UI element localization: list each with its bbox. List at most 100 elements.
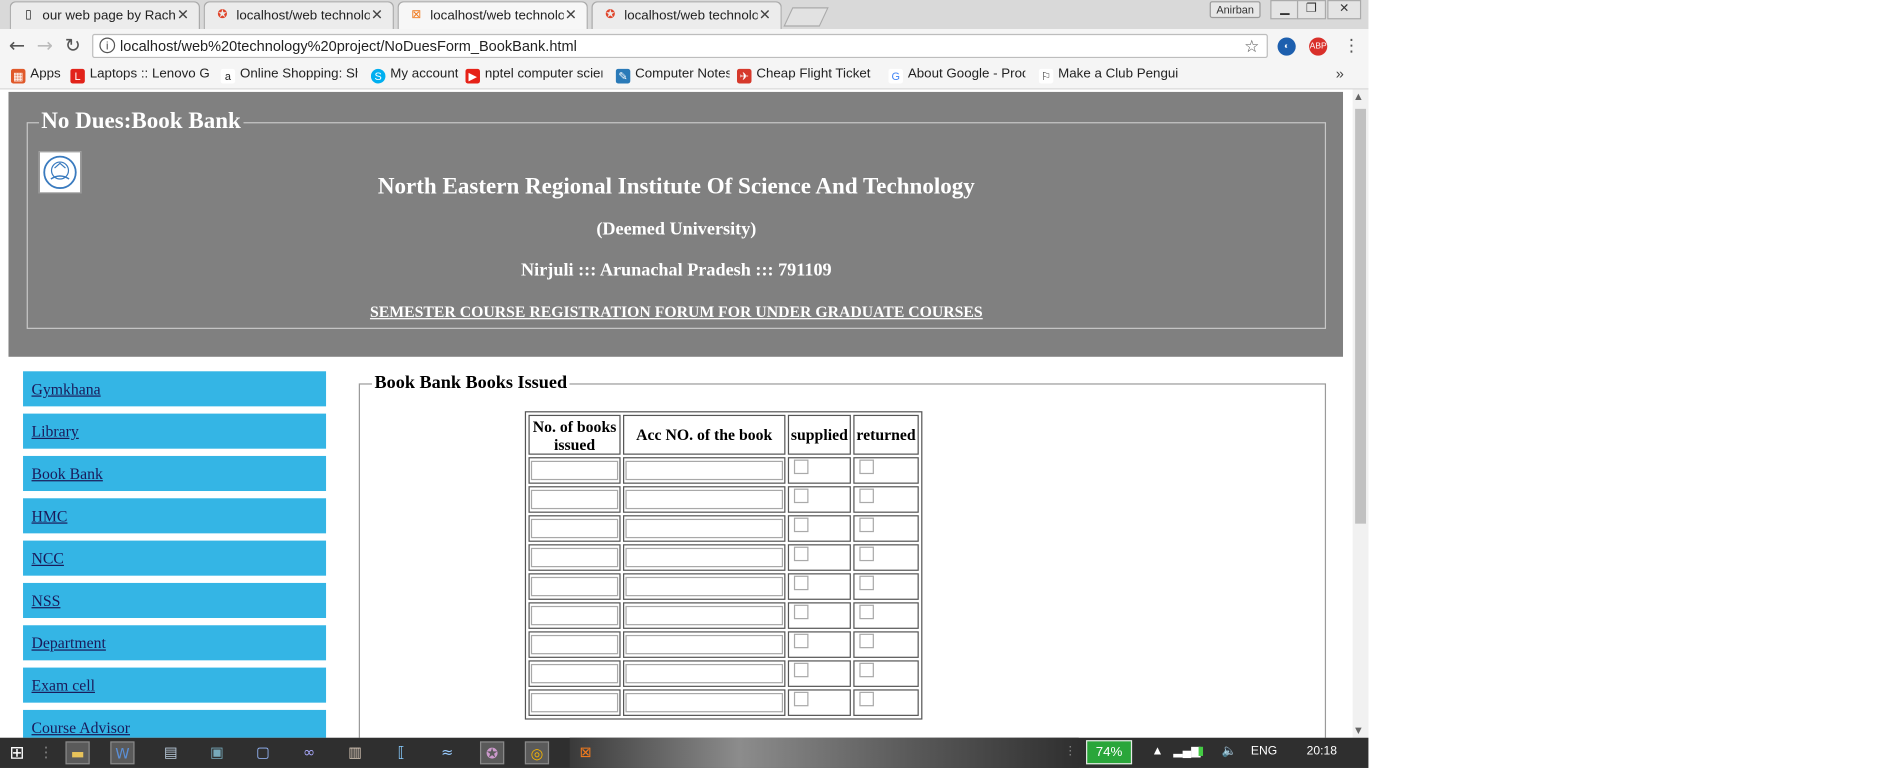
nav-link[interactable]: Gymkhana [32,380,101,399]
acc-number-input[interactable] [625,692,784,713]
returned-checkbox[interactable] [859,517,874,533]
nav-item-course-advisor[interactable]: Course Advisor [23,709,327,738]
nav-link[interactable]: Department [32,634,106,653]
books-issued-input[interactable] [530,692,619,713]
tab-4[interactable]: ✪ localhost/web technolog ✕ [591,1,782,30]
bookmark-amazon[interactable]: a Online Shopping: Sho [220,67,358,84]
books-issued-input[interactable] [530,605,619,626]
file-explorer-icon[interactable]: ▬ [65,741,90,765]
close-icon[interactable]: ✕ [565,6,577,23]
chrome-icon[interactable]: ◎ [524,741,550,765]
nav-link[interactable]: NCC [32,549,64,568]
books-issued-input[interactable] [530,634,619,655]
scroll-up-icon[interactable]: ▲ [1355,92,1362,102]
close-icon[interactable]: ✕ [177,6,189,23]
network-app-icon[interactable]: ≈ [435,741,459,764]
info-icon[interactable]: i [99,37,116,54]
bookmark-google[interactable]: G About Google - Produ [888,67,1025,84]
xampp-taskbar-icon[interactable]: ✪ [479,741,505,765]
bookmark-skype[interactable]: S My account [370,67,458,84]
supplied-checkbox[interactable] [793,575,809,591]
glasses-icon[interactable]: ∞ [297,741,321,764]
scroll-down-icon[interactable]: ▼ [1355,726,1362,736]
close-icon[interactable]: ✕ [371,6,383,23]
supplied-checkbox[interactable] [793,488,809,504]
books-issued-input[interactable] [530,576,619,597]
nav-link[interactable]: Exam cell [32,676,95,695]
minimize-icon[interactable]: ▁ [1270,0,1300,20]
books-issued-input[interactable] [530,663,619,684]
language-indicator[interactable]: ENG [1251,745,1277,758]
supplied-checkbox[interactable] [793,604,809,620]
books-issued-input[interactable] [530,489,619,510]
close-icon[interactable]: ✕ [759,6,771,23]
bracket-app-icon[interactable]: ⟦ [389,741,413,764]
show-hidden-icons-icon[interactable]: ▲ [1151,745,1163,758]
adblock-icon[interactable]: ABP [1309,37,1328,56]
supplied-checkbox[interactable] [793,662,809,678]
nav-link[interactable]: NSS [32,591,61,610]
bookmark-flight[interactable]: ✈Cheap Flight Ticket Bo [736,67,874,84]
acc-number-input[interactable] [625,547,784,568]
remote-desktop-icon[interactable]: ▢ [251,741,275,764]
tab-3-active[interactable]: ⊠ localhost/web technolog ✕ [397,1,588,30]
new-tab-button[interactable] [783,7,829,27]
returned-checkbox[interactable] [859,546,874,562]
forward-icon[interactable]: → [34,34,56,57]
clock[interactable]: 20:18 [1307,745,1337,758]
acc-number-input[interactable] [625,489,784,510]
word-icon[interactable]: W [110,741,135,765]
supplied-checkbox[interactable] [793,459,809,475]
terminal-icon[interactable]: ▥ [343,741,367,764]
nav-item-nss[interactable]: NSS [23,582,327,619]
returned-checkbox[interactable] [859,488,874,504]
returned-checkbox[interactable] [859,575,874,591]
address-bar[interactable]: i localhost/web%20technology%20project/N… [92,33,1268,59]
signal-icon[interactable]: ▂▄▆ [1173,745,1200,758]
returned-checkbox[interactable] [859,633,874,649]
acc-number-input[interactable] [625,634,784,655]
bookmark-youtube[interactable]: ▶ nptel computer scienc [465,67,602,84]
battery-tray-icon[interactable]: ▮ [1198,745,1205,758]
bookmark-apps[interactable]: ▦ Apps [10,67,61,84]
xampp-control-icon[interactable]: ⊠ [573,741,597,764]
extension-icon[interactable]: ◐ [1277,37,1296,56]
supplied-checkbox[interactable] [793,691,809,707]
supplied-checkbox[interactable] [793,517,809,533]
bookmark-star-icon[interactable]: ☆ [1244,36,1259,57]
supplied-checkbox[interactable] [793,633,809,649]
nav-link[interactable]: Book Bank [32,464,103,483]
reload-icon[interactable]: ↻ [62,34,84,57]
books-issued-input[interactable] [530,547,619,568]
nav-item-ncc[interactable]: NCC [23,540,327,576]
battery-indicator[interactable]: 74% [1086,740,1133,765]
nav-item-book-bank[interactable]: Book Bank [23,455,327,492]
app-icon[interactable]: ▣ [205,741,229,764]
bookmark-lenovo[interactable]: L Laptops :: Lenovo G S [70,67,210,84]
nav-link[interactable]: Course Advisor [32,718,130,737]
tab-2[interactable]: ✪ localhost/web technolog ✕ [203,1,394,30]
books-issued-input[interactable] [530,518,619,539]
restore-icon[interactable]: ❐ [1296,0,1327,20]
supplied-checkbox[interactable] [793,546,809,562]
more-bookmarks-icon[interactable]: » [1336,65,1344,82]
vertical-scrollbar[interactable]: ▲ ▼ [1352,89,1369,738]
close-window-icon[interactable]: ✕ [1327,0,1362,20]
menu-icon[interactable]: ⋮ [1343,36,1360,55]
nav-item-gymkhana[interactable]: Gymkhana [23,371,327,407]
nav-item-exam-cell[interactable]: Exam cell [23,667,327,703]
nav-link[interactable]: HMC [32,507,68,526]
returned-checkbox[interactable] [859,691,874,707]
notepad-icon[interactable]: ▤ [159,741,183,764]
back-icon[interactable]: ← [6,34,28,57]
acc-number-input[interactable] [625,576,784,597]
volume-icon[interactable]: 🔈 [1222,745,1237,758]
nav-link[interactable]: Library [32,422,79,441]
books-issued-input[interactable] [530,460,619,481]
address-text[interactable]: localhost/web%20technology%20project/NoD… [120,37,577,54]
returned-checkbox[interactable] [859,459,874,475]
profile-badge[interactable]: Anirban [1209,1,1261,19]
nav-item-library[interactable]: Library [23,413,327,449]
bookmark-club-penguin[interactable]: ⚐ Make a Club Penguin [1038,67,1178,84]
bookmark-computer-notes[interactable]: ✎ Computer Notes [615,67,730,84]
